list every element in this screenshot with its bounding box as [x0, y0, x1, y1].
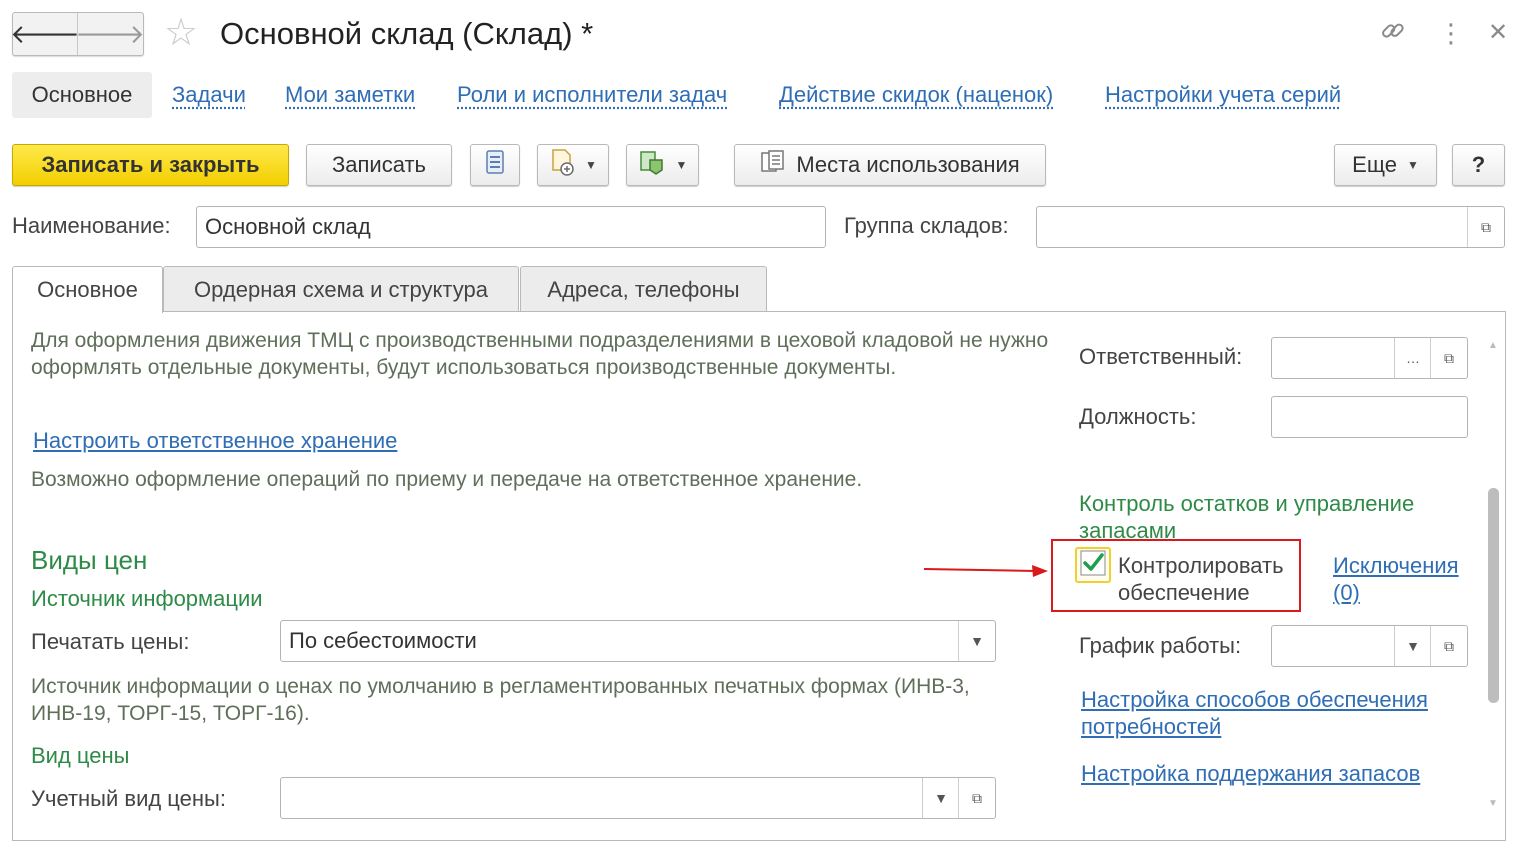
print-prices-select[interactable]: По себестоимости ▼: [280, 620, 996, 662]
price-source-note: Источник информации о ценах по умолчанию…: [31, 675, 970, 725]
document-plus-icon: [549, 148, 575, 182]
schedule-label: График работы:: [1079, 633, 1242, 658]
chevron-down-icon[interactable]: ▼: [958, 621, 995, 661]
link-icon[interactable]: [1378, 16, 1408, 54]
stock-control-heading: Контроль остатков и управление запасами: [1079, 491, 1415, 543]
price-kind-heading: Вид цены: [31, 743, 130, 768]
open-icon[interactable]: ⧉: [1430, 626, 1467, 666]
accounting-price-select[interactable]: ▼ ⧉: [280, 777, 996, 819]
tab-order-scheme[interactable]: Ордерная схема и структура: [163, 266, 519, 312]
print-button[interactable]: ▼: [626, 144, 699, 186]
chevron-down-icon[interactable]: ▼: [922, 778, 959, 818]
exceptions-link[interactable]: Исключения (0): [1333, 552, 1473, 606]
save-and-close-button[interactable]: Записать и закрыть: [12, 144, 289, 186]
accounting-price-label: Учетный вид цены:: [31, 786, 226, 811]
workshop-note: Для оформления движения ТМЦ с производст…: [31, 329, 1049, 379]
list-icon: [484, 149, 506, 181]
section-my-notes[interactable]: Мои заметки: [285, 82, 415, 108]
custody-note: Возможно оформление операций по приему и…: [31, 468, 863, 491]
chevron-down-icon: ▼: [1406, 158, 1419, 172]
price-types-heading: Виды цен: [31, 545, 148, 575]
chevron-down-icon: ▼: [585, 158, 597, 172]
back-button[interactable]: 🡐: [10, 13, 80, 55]
open-icon[interactable]: ⧉: [958, 778, 995, 818]
section-roles[interactable]: Роли и исполнители задач: [457, 82, 727, 108]
print-prices-value: По себестоимости: [289, 628, 477, 653]
section-discounts[interactable]: Действие скидок (наценок): [779, 82, 1053, 108]
chevron-down-icon[interactable]: ▼: [1394, 626, 1431, 666]
supply-methods-link[interactable]: Настройка способов обеспечения потребнос…: [1081, 686, 1471, 740]
usage-places-label: Места использования: [796, 152, 1020, 177]
group-label: Группа складов:: [844, 213, 1009, 238]
section-series-settings[interactable]: Настройки учета серий: [1105, 82, 1341, 108]
print-prices-label: Печатать цены:: [31, 629, 190, 654]
stock-maintenance-link[interactable]: Настройка поддержания запасов: [1081, 761, 1420, 787]
section-main[interactable]: Основное: [12, 72, 152, 118]
schedule-select[interactable]: ▼ ⧉: [1271, 625, 1468, 667]
annotation-arrow: [923, 565, 1048, 577]
chevron-down-icon: ▼: [675, 158, 688, 172]
control-checkbox[interactable]: [1075, 547, 1111, 583]
open-icon[interactable]: ⧉: [1467, 207, 1504, 247]
forward-button[interactable]: 🡒: [75, 13, 145, 55]
responsible-field[interactable]: … ⧉: [1271, 337, 1468, 379]
group-field[interactable]: ⧉: [1036, 206, 1505, 248]
more-button[interactable]: Еще ▼: [1334, 144, 1437, 186]
more-label: Еще: [1352, 152, 1397, 177]
usage-places-icon: [760, 149, 786, 181]
name-label: Наименование:: [12, 213, 171, 238]
usage-places-button[interactable]: Места использования: [734, 144, 1046, 186]
control-checkbox-label[interactable]: Контролировать обеспечение: [1118, 552, 1298, 606]
print-icon: [638, 148, 666, 182]
help-button[interactable]: ?: [1452, 144, 1505, 186]
arrow-right-icon: 🡒: [75, 18, 145, 49]
position-field[interactable]: [1271, 396, 1468, 438]
info-source-heading: Источник информации: [31, 586, 263, 611]
name-field[interactable]: Основной склад: [196, 206, 826, 248]
report-button[interactable]: [470, 144, 520, 186]
create-based-on-button[interactable]: ▼: [537, 144, 609, 186]
star-icon[interactable]: ☆: [164, 12, 198, 54]
section-tasks[interactable]: Задачи: [172, 82, 246, 108]
kebab-icon[interactable]: ⋮: [1438, 16, 1464, 50]
arrow-left-icon: 🡐: [10, 18, 80, 49]
navigation-buttons: 🡐 🡒: [10, 12, 145, 56]
scroll-down-icon[interactable]: ▼: [1488, 798, 1498, 809]
position-label: Должность:: [1079, 404, 1197, 429]
save-button[interactable]: Записать: [306, 144, 452, 186]
select-ellipsis-icon[interactable]: …: [1394, 338, 1431, 378]
checkmark-icon: [1080, 550, 1106, 581]
tab-addresses[interactable]: Адреса, телефоны: [520, 266, 767, 312]
page-title: Основной склад (Склад) *: [220, 16, 594, 51]
close-icon[interactable]: ✕: [1488, 16, 1508, 50]
custody-link[interactable]: Настроить ответственное хранение: [33, 428, 397, 454]
open-icon[interactable]: ⧉: [1430, 338, 1467, 378]
responsible-label: Ответственный:: [1079, 344, 1243, 369]
scrollbar-thumb[interactable]: [1488, 488, 1499, 703]
tab-main[interactable]: Основное: [12, 266, 163, 313]
